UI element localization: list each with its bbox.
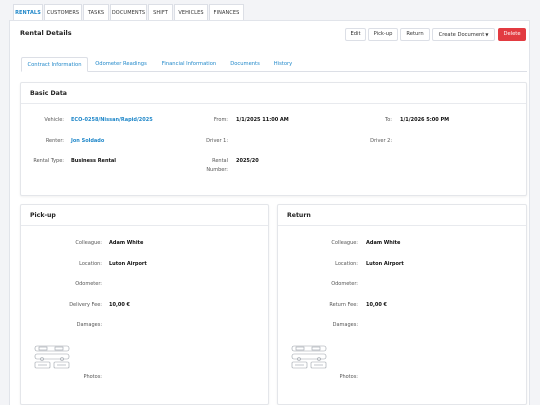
tab-odometer-readings[interactable]: Odometer Readings [90, 57, 152, 72]
pickup-damages-label: Damages: [76, 322, 102, 328]
create-document-button[interactable]: Create Document▼ [432, 28, 495, 41]
delete-button[interactable]: Delete [498, 28, 526, 41]
rental-number-label-line1: Rental [212, 158, 228, 164]
from-label: From: [213, 117, 228, 123]
basic-data-divider [21, 103, 526, 104]
chevron-down-icon: ▼ [485, 32, 489, 37]
pickup-colleague-label: Colleague: [75, 240, 102, 246]
rental-number-value: 2025/20 [236, 158, 259, 164]
tab-financial-information[interactable]: Financial Information [156, 57, 222, 72]
to-value: 1/1/2026 5:00 PM [400, 117, 450, 123]
driver1-label: Driver 1: [206, 138, 228, 144]
renter-link[interactable]: Jon Soldado [71, 138, 104, 144]
pickup-damage-diagram[interactable] [33, 343, 73, 371]
top-navigation: RENTALS CUSTOMERS TASKS DOCUMENTS SHIFT … [0, 0, 540, 20]
tabs-divider [88, 71, 527, 72]
nav-tab-documents[interactable]: DOCUMENTS [110, 4, 147, 20]
nav-tab-finances[interactable]: FINANCES [209, 4, 244, 20]
nav-tab-customers[interactable]: CUSTOMERS [44, 4, 82, 20]
pickup-title: Pick-up [30, 212, 56, 219]
return-damage-diagram[interactable] [290, 343, 330, 371]
pickup-location-value: Luton Airport [109, 261, 147, 267]
nav-tab-rentals[interactable]: RENTALS [13, 4, 43, 20]
nav-tab-vehicles[interactable]: VEHICLES [174, 4, 208, 20]
return-colleague-label: Colleague: [331, 240, 358, 246]
rental-type-value: Business Rental [71, 158, 116, 164]
renter-label: Renter: [45, 138, 64, 144]
to-label: To: [385, 117, 392, 123]
tab-documents[interactable]: Documents [225, 57, 265, 72]
rental-number-label-line2: Number: [206, 167, 228, 173]
pickup-odometer-label: Odometer: [75, 281, 102, 287]
return-divider [278, 225, 526, 226]
rental-type-label: Rental Type: [33, 158, 64, 164]
pickup-location-label: Location: [79, 261, 102, 267]
nav-tab-shift[interactable]: SHIFT [148, 4, 173, 20]
vehicle-label: Vehicle: [44, 117, 64, 123]
return-odometer-label: Odometer: [331, 281, 358, 287]
return-damages-label: Damages: [332, 322, 358, 328]
return-fee-value: 10,00 € [366, 302, 388, 308]
pickup-fee-value: 10,00 € [109, 302, 131, 308]
nav-tab-tasks[interactable]: TASKS [83, 4, 109, 20]
pickup-photos-label: Photos: [83, 374, 102, 380]
driver2-label: Driver 2: [370, 138, 392, 144]
return-location-label: Location: [335, 261, 358, 267]
return-title: Return [287, 212, 311, 219]
return-photos-label: Photos: [339, 374, 358, 380]
edit-button[interactable]: Edit [345, 28, 366, 41]
pickup-divider [21, 225, 268, 226]
return-button[interactable]: Return [400, 28, 430, 41]
from-value: 1/1/2025 11:00 AM [236, 117, 289, 123]
create-document-label: Create Document [438, 32, 485, 38]
tab-history[interactable]: History [268, 57, 298, 72]
pickup-colleague-value: Adam White [109, 240, 144, 246]
pickup-fee-label: Delivery Fee: [69, 302, 102, 308]
return-location-value: Luton Airport [366, 261, 404, 267]
vehicle-link[interactable]: ECO-0258/Nissan/Rapid/2025 [71, 117, 153, 123]
return-fee-label: Return Fee: [329, 302, 358, 308]
pickup-button[interactable]: Pick-up [368, 28, 398, 41]
tab-contract-information[interactable]: Contract Information [21, 57, 88, 72]
page-title: Rental Details [20, 29, 72, 37]
return-colleague-value: Adam White [366, 240, 401, 246]
basic-data-title: Basic Data [30, 90, 67, 97]
